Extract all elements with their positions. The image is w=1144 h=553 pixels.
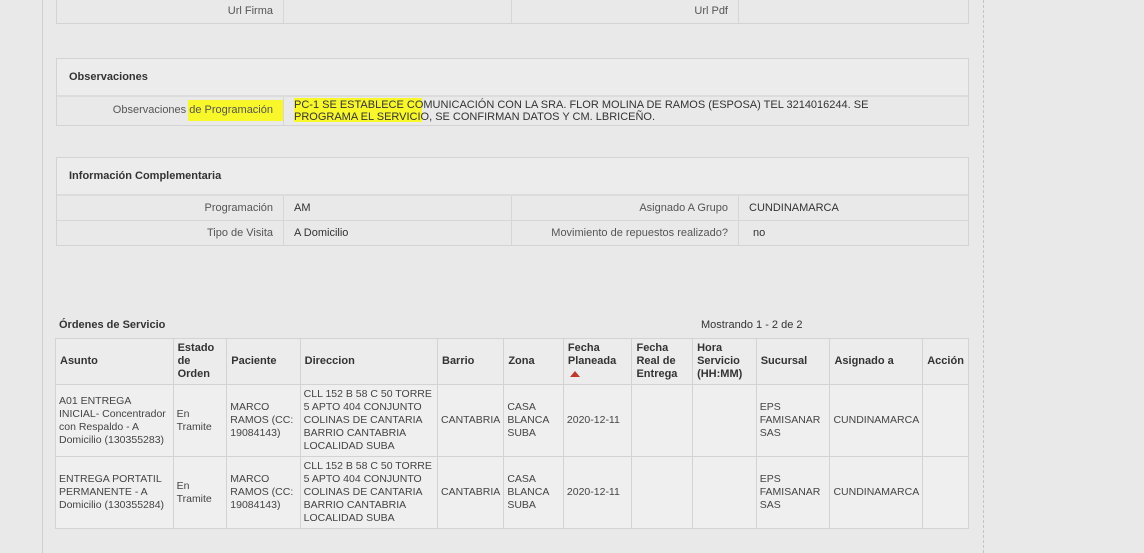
cell-asunto: A01 ENTREGA INICIAL- Concentrador con Re…	[55, 384, 174, 457]
orders-count: Mostrando 1 - 2 de 2	[701, 319, 803, 331]
cell-sucursal: EPS FAMISANAR SAS	[755, 384, 831, 457]
programacion-label: Programación	[57, 196, 284, 220]
observaciones-value: PC-1 SE ESTABLECE COMUNICACIÓN CON LA SR…	[294, 99, 869, 123]
programacion-value: AM	[284, 196, 512, 220]
right-dashed-border	[983, 0, 984, 553]
col-fecha-real[interactable]: Fecha Real de Entrega	[631, 338, 694, 385]
col-fecha-planeada[interactable]: Fecha Planeada	[562, 338, 633, 385]
cell-sucursal: EPS FAMISANAR SAS	[755, 456, 831, 529]
cell-fecha-planeada: 2020-12-11	[562, 456, 633, 529]
info-complementaria-panel: Información Complementaria Programación …	[56, 157, 969, 246]
orders-table: Asunto Estado de Orden Paciente Direccio…	[55, 338, 969, 529]
url-firma-value	[284, 0, 512, 23]
col-asunto[interactable]: Asunto	[55, 338, 174, 385]
cell-asignado: CUNDINAMARCA	[829, 384, 924, 457]
cell-estado: En Tramite	[172, 384, 228, 457]
url-firma-label: Url Firma	[57, 0, 284, 23]
cell-fecha-real	[631, 456, 694, 529]
sort-asc-icon[interactable]	[569, 371, 580, 377]
tipo-visita-label: Tipo de Visita	[57, 221, 284, 245]
cell-accion[interactable]	[922, 456, 969, 529]
col-zona[interactable]: Zona	[503, 338, 564, 385]
col-sucursal[interactable]: Sucursal	[755, 338, 831, 385]
col-fecha-planeada-label: Fecha Planeada	[567, 342, 617, 367]
cell-accion[interactable]	[922, 384, 969, 457]
orders-title: Órdenes de Servicio	[59, 319, 166, 331]
col-estado[interactable]: Estado de Orden	[172, 338, 228, 385]
table-row[interactable]: ENTREGA PORTATIL PERMANENTE - A Domicili…	[55, 456, 969, 529]
asignado-grupo-value: CUNDINAMARCA	[749, 202, 839, 214]
observaciones-label-cell: Observaciones de Programación	[57, 97, 284, 125]
col-barrio[interactable]: Barrio	[436, 338, 505, 385]
col-direccion[interactable]: Direccion	[299, 338, 439, 385]
tipo-visita-value: A Domicilio	[284, 221, 512, 245]
observaciones-value-cell: PC-1 SE ESTABLECE COMUNICACIÓN CON LA SR…	[284, 97, 968, 125]
cell-hora	[692, 384, 757, 457]
cell-paciente: MARCO RAMOS (CC: 19084143)	[226, 456, 301, 529]
info-row-2: Tipo de Visita A Domicilio Movimiento de…	[57, 220, 968, 245]
asignado-grupo-label: Asignado A Grupo	[512, 196, 739, 220]
url-pdf-label: Url Pdf	[512, 0, 739, 23]
cell-fecha-planeada: 2020-12-11	[562, 384, 633, 457]
cell-barrio: CANTABRIA	[436, 456, 505, 529]
info-row-1: Programación AM Asignado A Grupo CUNDINA…	[57, 196, 968, 220]
cell-fecha-real	[631, 384, 694, 457]
table-row[interactable]: A01 ENTREGA INICIAL- Concentrador con Re…	[55, 384, 969, 457]
info-complementaria-title: Información Complementaria	[57, 158, 968, 196]
col-hora[interactable]: Hora Servicio (HH:MM)	[692, 338, 757, 385]
repuestos-label: Movimiento de repuestos realizado?	[512, 221, 739, 245]
cell-zona: CASA BLANCA SUBA	[503, 456, 564, 529]
url-row: Url Firma Url Pdf	[57, 0, 968, 23]
observaciones-title: Observaciones	[57, 59, 968, 97]
left-border	[42, 0, 43, 553]
cell-direccion: CLL 152 B 58 C 50 TORRE 5 APTO 404 CONJU…	[299, 456, 439, 529]
col-asignado[interactable]: Asignado a	[829, 338, 924, 385]
cell-estado: En Tramite	[172, 456, 228, 529]
cell-paciente: MARCO RAMOS (CC: 19084143)	[226, 384, 301, 457]
top-fields-panel: Url Firma Url Pdf	[56, 0, 969, 24]
cell-asunto: ENTREGA PORTATIL PERMANENTE - A Domicili…	[55, 456, 174, 529]
repuestos-value: no	[753, 227, 766, 239]
observaciones-label: Observaciones de Programación	[112, 104, 273, 116]
orders-header-row: Asunto Estado de Orden Paciente Direccio…	[55, 338, 969, 385]
col-accion: Acción	[922, 338, 969, 385]
observaciones-row: Observaciones de Programación PC-1 SE ES…	[57, 97, 968, 125]
cell-hora	[692, 456, 757, 529]
col-paciente[interactable]: Paciente	[226, 338, 301, 385]
cell-barrio: CANTABRIA	[436, 384, 505, 457]
observaciones-panel: Observaciones Observaciones de Programac…	[56, 58, 969, 126]
cell-zona: CASA BLANCA SUBA	[503, 384, 564, 457]
cell-direccion: CLL 152 B 58 C 50 TORRE 5 APTO 404 CONJU…	[299, 384, 439, 457]
url-pdf-value	[739, 0, 968, 23]
cell-asignado: CUNDINAMARCA	[829, 456, 924, 529]
